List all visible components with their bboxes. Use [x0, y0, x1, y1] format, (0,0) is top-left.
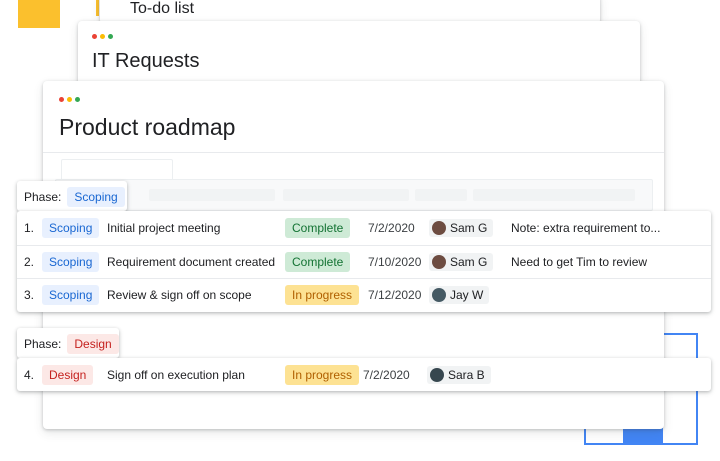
- row-divider: [17, 245, 711, 246]
- assignee-chip[interactable]: Sam G: [429, 253, 494, 271]
- row-number: 2.: [24, 255, 35, 269]
- close-dot-icon[interactable]: [59, 97, 64, 102]
- assignee-chip[interactable]: Jay W: [429, 286, 490, 304]
- due-date[interactable]: 7/2/2020: [368, 221, 415, 235]
- note-text[interactable]: Need to get Tim to review: [511, 255, 647, 269]
- phase-chip[interactable]: Scoping: [67, 187, 125, 207]
- placeholder-cell: [473, 189, 635, 201]
- window-controls: [59, 97, 80, 102]
- status-badge[interactable]: In progress: [285, 285, 360, 305]
- person-avatar-icon: [432, 255, 446, 269]
- due-date[interactable]: 7/10/2020: [368, 255, 421, 269]
- phase-chip[interactable]: Scoping: [42, 285, 100, 305]
- row-number: 1.: [24, 221, 35, 235]
- phase-chip[interactable]: Scoping: [42, 252, 100, 272]
- person-avatar-icon: [432, 221, 446, 235]
- decorative-yellow-block: [18, 0, 60, 28]
- page-title: Product roadmap: [59, 114, 236, 140]
- row-number: 4.: [24, 367, 35, 382]
- row-number: 3.: [24, 288, 35, 302]
- phase-header-scoping[interactable]: Phase: Scoping: [17, 181, 127, 211]
- maximize-dot-icon[interactable]: [108, 34, 113, 39]
- phase-label: Phase:: [24, 190, 62, 204]
- table-row[interactable]: 1. Scoping Initial project meeting Compl…: [17, 211, 711, 245]
- phase-chip[interactable]: Design: [42, 364, 94, 385]
- assignee-name: Jay W: [450, 288, 484, 302]
- person-avatar-icon: [432, 288, 446, 302]
- row-divider: [17, 278, 711, 279]
- status-badge[interactable]: In progress: [285, 364, 360, 385]
- status-badge[interactable]: Complete: [285, 252, 351, 272]
- phase-header-design[interactable]: Phase: Design: [17, 328, 119, 358]
- placeholder-cell: [149, 189, 275, 201]
- assignee-name: Sara B: [448, 367, 485, 382]
- phase-chip[interactable]: Scoping: [42, 218, 100, 238]
- due-date[interactable]: 7/2/2020: [363, 368, 410, 382]
- task-name[interactable]: Requirement document created: [107, 255, 275, 269]
- phase-chip[interactable]: Design: [67, 334, 119, 354]
- placeholder-cell: [415, 189, 467, 201]
- due-date[interactable]: 7/12/2020: [368, 288, 421, 302]
- assignee-chip[interactable]: Sam G: [429, 219, 494, 237]
- close-dot-icon[interactable]: [92, 34, 97, 39]
- placeholder-cell: [283, 189, 409, 201]
- table-row[interactable]: 3. Scoping Review & sign off on scope In…: [17, 278, 711, 312]
- phase-label: Phase:: [24, 337, 62, 351]
- task-name[interactable]: Initial project meeting: [107, 221, 220, 235]
- assignee-name: Sam G: [450, 255, 488, 269]
- assignee-name: Sam G: [450, 221, 488, 235]
- placeholder-tab: [61, 159, 173, 181]
- todo-list-title: To-do list: [130, 0, 195, 17]
- window-controls: [92, 34, 113, 39]
- status-badge[interactable]: Complete: [285, 218, 351, 238]
- table-row[interactable]: 2. Scoping Requirement document created …: [17, 245, 711, 279]
- assignee-chip[interactable]: Sara B: [427, 365, 491, 384]
- person-avatar-icon: [430, 367, 444, 382]
- minimize-dot-icon[interactable]: [100, 34, 105, 39]
- task-name[interactable]: Sign off on execution plan: [107, 368, 245, 382]
- table-row[interactable]: 4. Design Sign off on execution plan In …: [17, 358, 711, 391]
- task-name[interactable]: Review & sign off on scope: [107, 288, 252, 302]
- note-text[interactable]: Note: extra requirement to...: [511, 221, 660, 235]
- decorative-yellow-line: [96, 0, 99, 16]
- maximize-dot-icon[interactable]: [75, 97, 80, 102]
- it-requests-title: IT Requests: [92, 50, 200, 72]
- minimize-dot-icon[interactable]: [67, 97, 72, 102]
- design-rows-panel: 4. Design Sign off on execution plan In …: [17, 358, 711, 391]
- title-divider: [43, 152, 664, 153]
- scoping-rows-panel: 1. Scoping Initial project meeting Compl…: [17, 211, 711, 312]
